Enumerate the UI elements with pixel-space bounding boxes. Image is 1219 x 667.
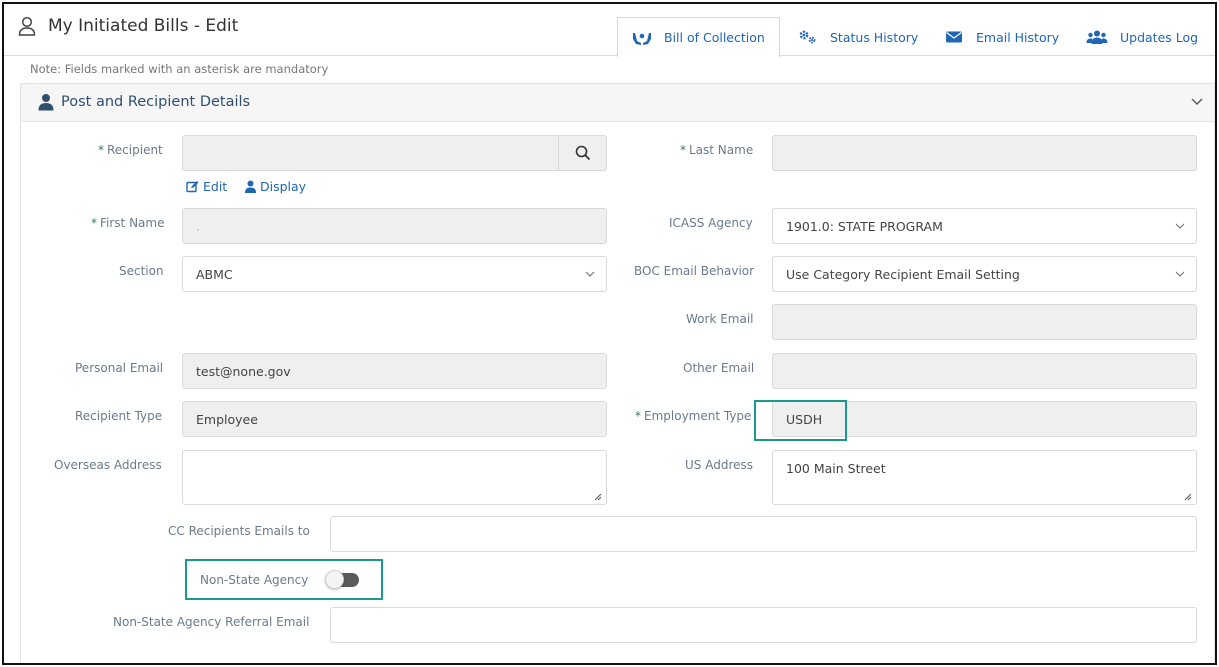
last-name-label: * Last Name [680,143,754,157]
edit-icon [186,181,199,193]
recipient-input[interactable] [182,135,607,171]
other-email-label: Other Email [683,361,755,375]
tab-label: Email History [976,29,1060,45]
employment-type-highlight [754,400,847,441]
tab-bill-of-collection[interactable]: Bill of Collection [617,17,780,58]
envelope-icon [946,31,962,43]
personal-email-label: Personal Email [75,361,164,375]
non-state-referral-label: Non-State Agency Referral Email [113,615,310,629]
work-email-input[interactable] [772,304,1197,340]
resize-handle-icon[interactable] [594,493,602,501]
overseas-address-textarea[interactable] [182,450,607,505]
cc-recipients-input[interactable] [330,516,1197,552]
chevron-down-icon [1175,223,1185,229]
other-email-input[interactable] [772,353,1197,389]
recipient-label: * Recipient [98,143,163,157]
edit-link[interactable]: Edit [186,179,227,194]
boc-email-behavior-select[interactable]: Use Category Recipient Email Setting [772,256,1197,292]
toggle-knob [325,570,344,589]
search-icon [575,145,590,161]
user-outline-icon [18,16,36,36]
personal-email-input[interactable]: test@none.gov [182,353,607,389]
us-address-label: US Address [685,458,754,472]
tab-email-history[interactable]: Email History [930,17,1073,57]
first-name-input[interactable]: . [182,208,607,244]
resize-handle-icon[interactable] [1184,493,1192,501]
tab-label: Bill of Collection [664,30,765,45]
last-name-input[interactable] [772,135,1197,171]
recipient-type-label: Recipient Type [75,409,163,423]
icass-agency-select[interactable]: 1901.0: STATE PROGRAM [772,208,1197,244]
first-name-label: * First Name [91,216,165,230]
panel-header[interactable]: Post and Recipient Details [21,84,1214,122]
boc-email-behavior-label: BOC Email Behavior [634,264,755,278]
tab-status-history[interactable]: Status History [784,17,932,57]
display-link[interactable]: Display [245,179,306,194]
tab-label: Status History [830,29,919,45]
icass-agency-label: ICASS Agency [669,216,753,230]
panel-title: Post and Recipient Details [61,94,251,110]
non-state-agency-toggle[interactable] [325,570,359,589]
hands-icon [633,32,651,45]
tab-updates-log[interactable]: Updates Log [1072,17,1212,57]
chevron-down-icon[interactable] [1190,96,1204,106]
tab-label: Updates Log [1120,29,1199,45]
overseas-address-label: Overseas Address [54,458,162,472]
non-state-referral-input[interactable] [330,607,1197,643]
employment-type-label: * Employment Type [635,409,752,423]
cc-recipients-label: CC Recipients Emails to [168,524,310,538]
users-icon [1086,30,1108,44]
user-icon [38,94,54,111]
mandatory-note: Note: Fields marked with an asterisk are… [30,62,329,76]
app-window: My Initiated Bills - Edit Bill of Collec… [2,2,1217,665]
page-header: My Initiated Bills - Edit Bill of Collec… [4,4,1215,58]
section-label: Section [119,264,164,278]
gears-icon [799,30,816,44]
search-button[interactable] [558,136,606,170]
us-address-textarea[interactable]: 100 Main Street [772,450,1197,505]
user-icon [245,180,256,193]
work-email-label: Work Email [686,312,754,326]
recipient-type-input[interactable]: Employee [182,401,607,437]
section-select[interactable]: ABMC [182,256,607,292]
page-title: My Initiated Bills - Edit [48,16,239,36]
chevron-down-icon [585,271,595,277]
non-state-agency-label: Non-State Agency [200,573,309,587]
chevron-down-icon [1175,271,1185,277]
